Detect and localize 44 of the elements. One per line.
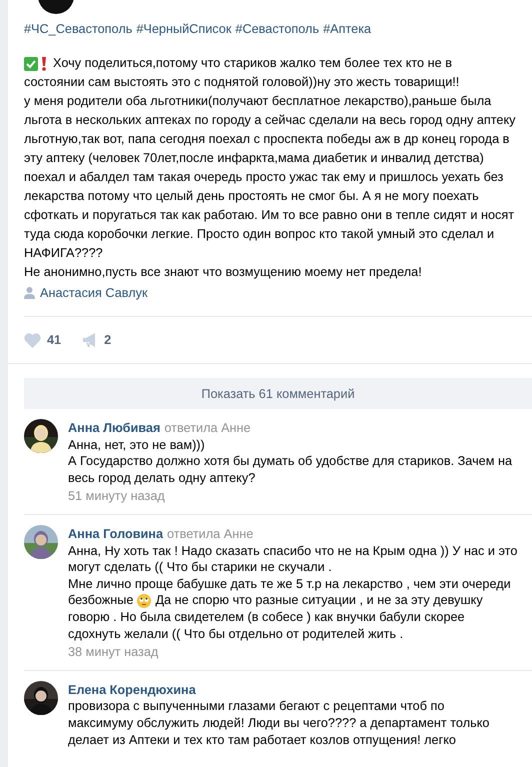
eye-roll-emoji-icon (137, 594, 152, 608)
reply-label: ответила Анне (167, 526, 254, 543)
post-text: эту аптеку (человек 70лет,после инфаркта,мама диабетик и инвалид детства) (24, 150, 484, 167)
comment-text: Мне лично проще бабушке дать те же 5 т.р на лекарство , чем эти очереди (68, 576, 511, 592)
hashtag-link[interactable]: #ЧерныйСписок (136, 22, 232, 36)
post-text: сфоткать и поругаться так как работаю. Им то все равно они в тепле сидят и носят (24, 207, 514, 224)
post-text: туда сюда коробочки легкие. Просто один вопрос кто такой умный это сделал и (24, 226, 494, 243)
hashtag-link[interactable]: #Аптека (323, 22, 372, 36)
post-text: льгота в нескольких аптеках по городу а сейчас сделали на весь город одну аптеку (24, 112, 516, 129)
comment-text: безбожные (68, 592, 134, 609)
post-text: состоянии сам выстоять это с поднятой головой))ну это жесть товарищи!! (24, 74, 460, 91)
post-text: НАФИГА???? (24, 245, 103, 262)
comment-text: Анна, нет, это не вам))) (68, 436, 205, 454)
reply-label: ответила Анне (164, 420, 251, 437)
exclamation-icon (41, 56, 47, 70)
post-text: льготную,так вот, папа сегодня поехал с проспекта победы аж в др конец города в (24, 131, 510, 148)
share-button[interactable]: 2 (83, 333, 112, 347)
like-button[interactable]: 41 (24, 332, 62, 348)
comment-text: весь город делать одну аптеку? (68, 470, 256, 486)
post-text: Хочу поделиться,потому что стариков жалко тем более тех кто не в (53, 55, 452, 72)
comment-text: максимуму обслужить людей! Люди вы чего???? а департамент только (68, 714, 490, 732)
comment-time: 38 минут назад (68, 644, 158, 661)
author-link[interactable]: Анастасия Савлук (24, 286, 148, 300)
comment-text: А Государство должно хотя бы думать об удобстве для стариков. Зачем на (68, 453, 512, 470)
hashtag-link[interactable]: #Севастополь (235, 22, 320, 36)
comment-text: могут сделать (( Что бы старики не скучали . (68, 559, 332, 576)
comment-text: говорю . Но была свидетелем (в собесе ) как внучки бабули скорее (68, 608, 465, 626)
hashtag-link[interactable]: #ЧС_Севастополь (24, 22, 132, 36)
post-text: у меня родители оба льготники(получают бесплатное лекарство),раньше была (24, 93, 492, 110)
post-text: лекарства потому что целый день простоять не смог бы. А я не могу поехать (24, 188, 479, 205)
comment-text: Да не спорю что разные ситуации , и не за эту девушку (155, 592, 483, 609)
post-text: Не анонимно,пусть все знают что возмущению моему нет предела! (24, 264, 422, 281)
commenter-name[interactable]: Анна Любивая (68, 420, 160, 437)
commenter-name[interactable]: Елена Корендюхина (68, 682, 196, 698)
comment-time: 51 минуту назад (68, 488, 165, 505)
person-icon (24, 287, 35, 299)
comment-text: сдохнуть желали (( Что бы отдельно от родителей жить . (68, 626, 404, 642)
comment-text: провизора с выпученными глазами бегают с рецептами чтоб по (68, 698, 444, 715)
check-mark-icon (24, 56, 38, 70)
post-text: поехал и абалдел там такая очередь просто ужас так ему и пришлось уехать без (24, 169, 504, 186)
comment-text: Анна, Ну хоть так ! Надо сказать спасибо что не на Крым одна )) У нас и это (68, 542, 518, 560)
show-comments-button[interactable]: Показать 61 комментарий (24, 378, 532, 409)
comment-text: делает из Аптеки и тех кто там работает козлов отпущения! легко (68, 732, 456, 748)
commenter-name[interactable]: Анна Головина (68, 526, 164, 543)
